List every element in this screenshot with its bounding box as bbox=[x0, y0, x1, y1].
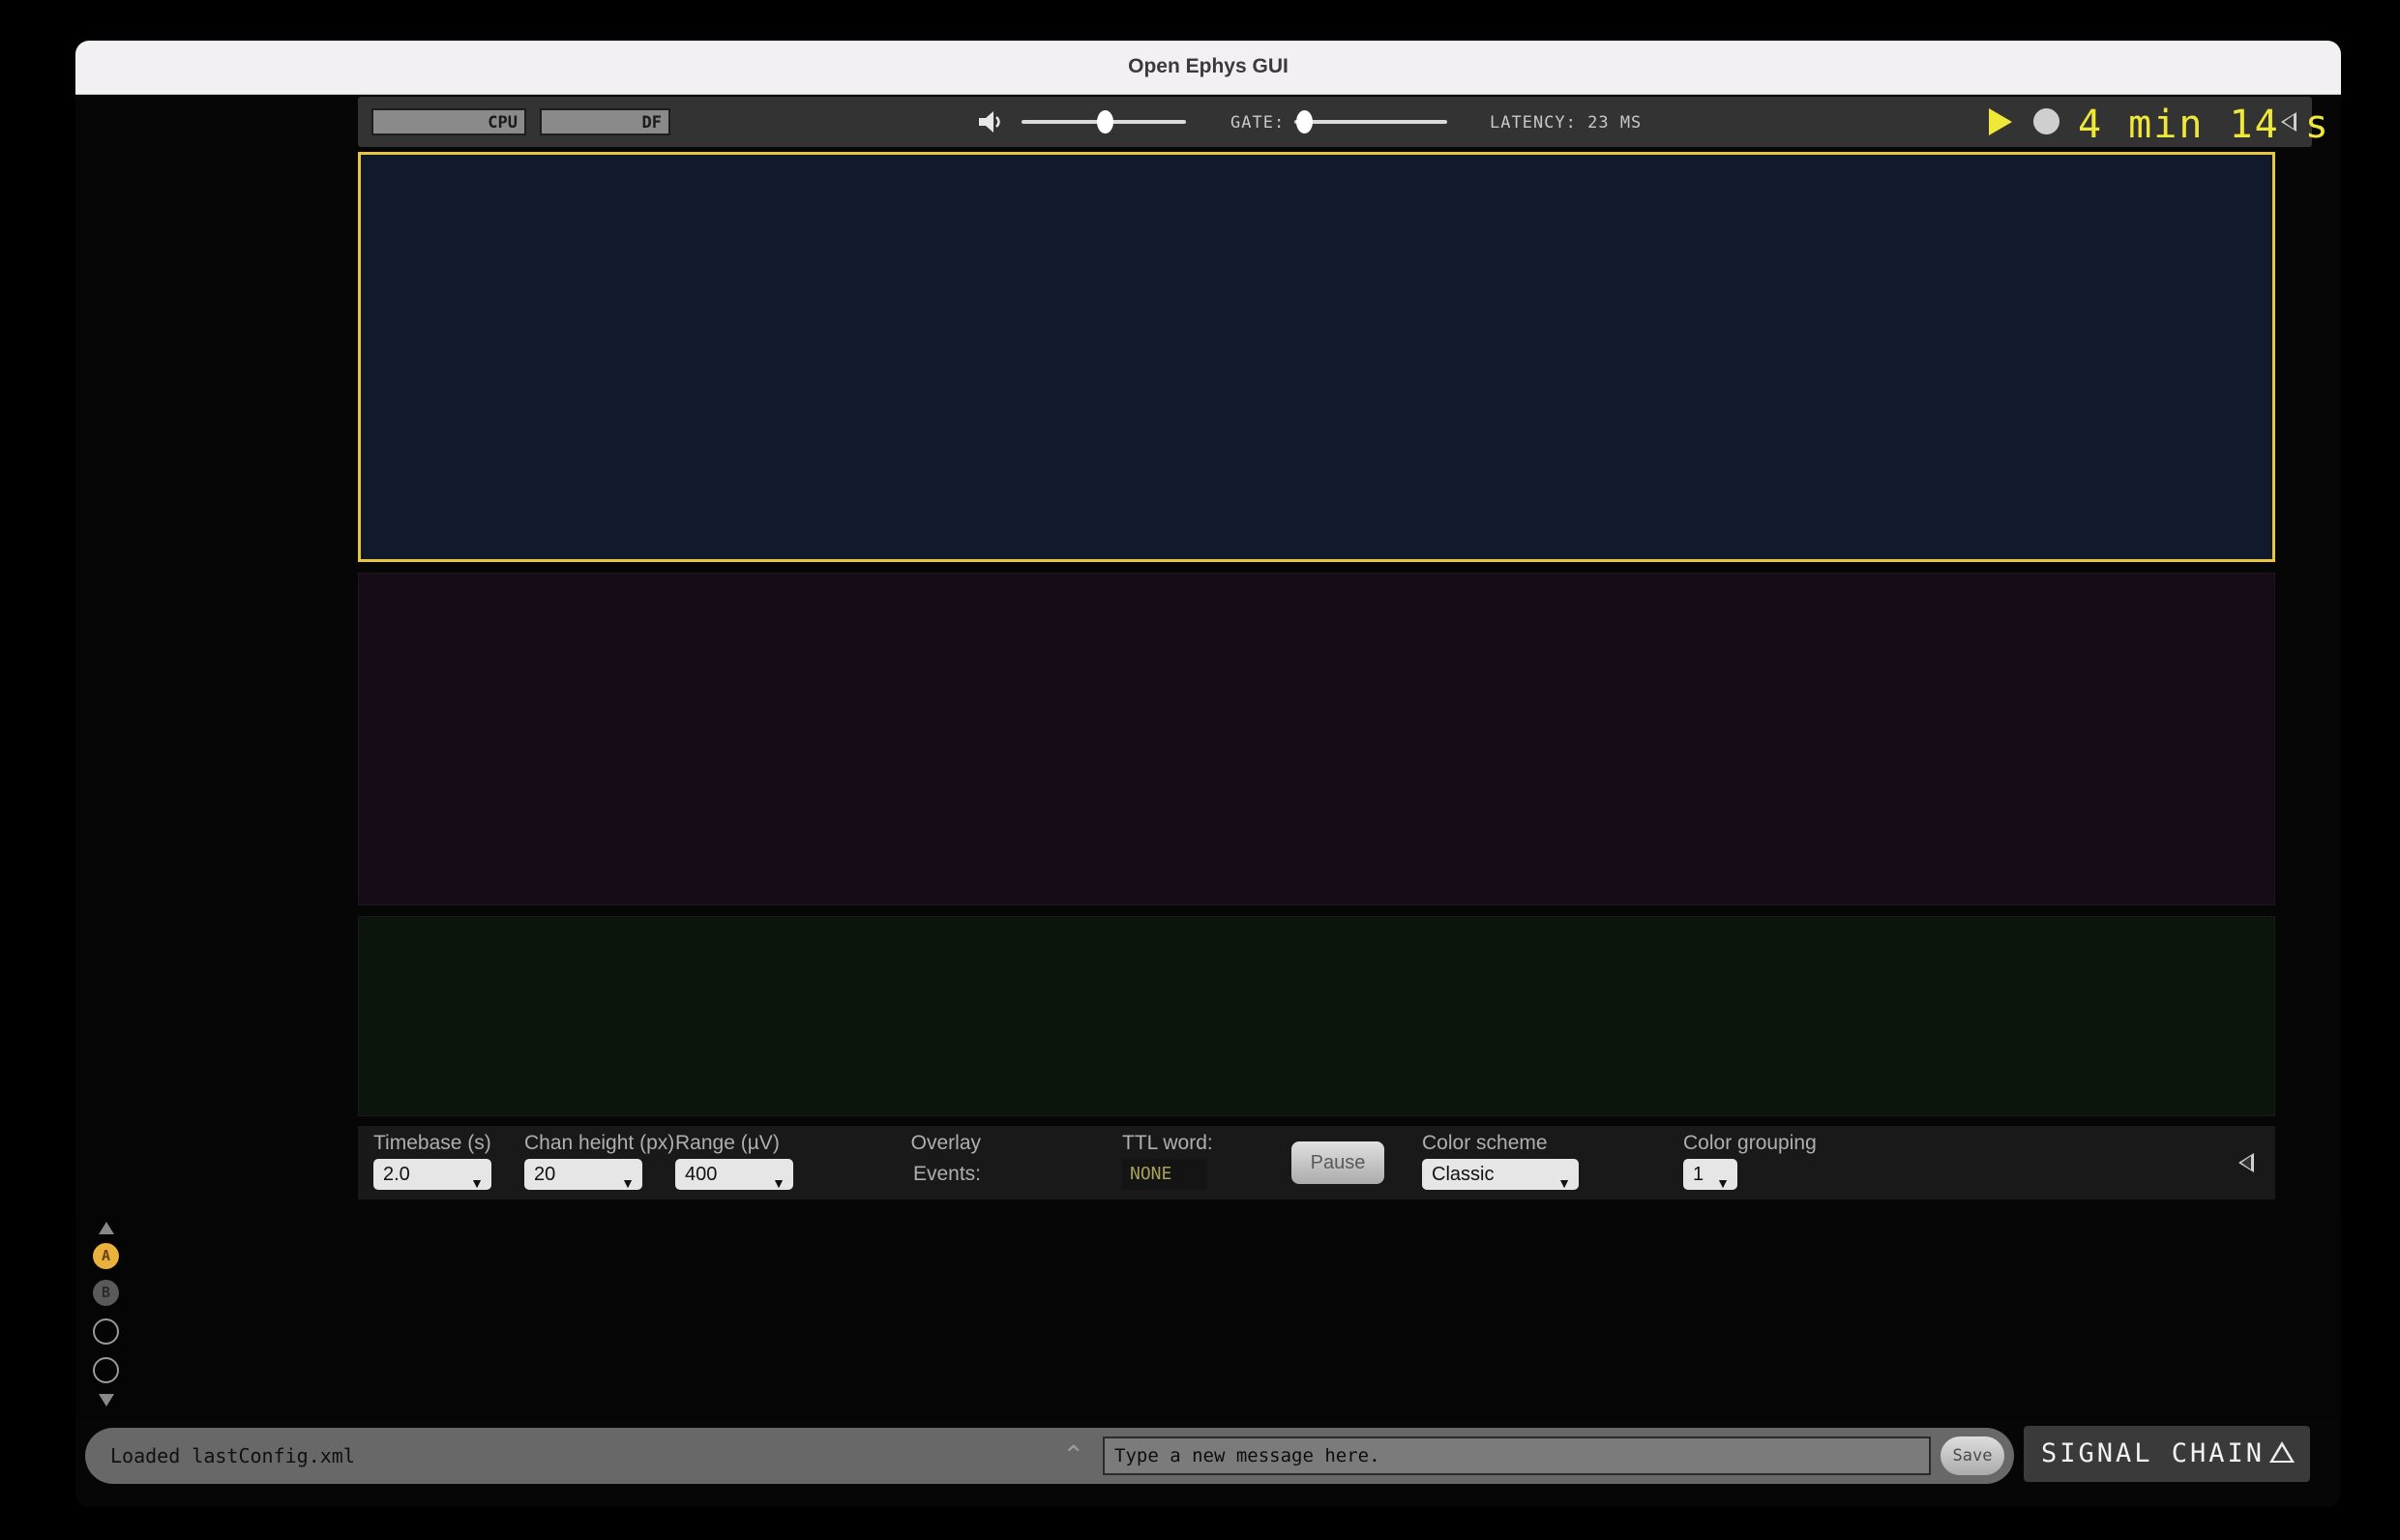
timebase-select[interactable]: 2.0 ▼ bbox=[373, 1159, 491, 1191]
disk-meter-label: DF bbox=[641, 113, 662, 133]
play-button[interactable] bbox=[1989, 108, 2012, 135]
speaker-icon bbox=[979, 111, 1000, 133]
cpu-meter: CPU bbox=[371, 108, 526, 135]
title-bar: Open Ephys GUI bbox=[75, 41, 2341, 95]
chan-height-label: Chan height (px) bbox=[524, 1132, 675, 1154]
chan-height-value: 20 bbox=[534, 1164, 556, 1185]
timebase-label: Timebase (s) bbox=[373, 1132, 491, 1154]
disk-meter: DF bbox=[540, 108, 670, 135]
chevron-up-icon[interactable]: ⌃ bbox=[1062, 1439, 1084, 1471]
io-selector-empty-2[interactable] bbox=[93, 1357, 119, 1383]
color-scheme-select[interactable]: Classic ▼ bbox=[1422, 1159, 1579, 1191]
lfp-display-panel-3-monitor bbox=[358, 916, 2275, 1116]
collapse-toolbar-icon[interactable] bbox=[2281, 112, 2296, 132]
range-select[interactable]: 400 ▼ bbox=[675, 1159, 793, 1191]
signal-chain-label: SIGNAL CHAIN bbox=[2041, 1438, 2266, 1468]
color-grouping-label: Color grouping bbox=[1683, 1132, 1817, 1154]
range-label: Range (µV) bbox=[675, 1132, 780, 1154]
latency-readout: LATENCY: 23 MS bbox=[1490, 113, 1643, 133]
status-bar: Loaded lastConfig.xml ⌃ Type a new messa… bbox=[75, 1426, 2341, 1488]
color-grouping-value: 1 bbox=[1693, 1164, 1704, 1185]
control-toolbar: CPU DF GATE: LATENCY: 23 MS 4 min 14 s bbox=[358, 97, 2328, 147]
lfp-display-panel-1 bbox=[358, 152, 2275, 562]
volume-slider-thumb[interactable] bbox=[1097, 110, 1113, 133]
overlay-label: Overlay bbox=[910, 1132, 981, 1154]
color-scheme-value: Classic bbox=[1432, 1164, 1495, 1185]
timebase-value: 2.0 bbox=[383, 1164, 410, 1185]
scroll-up-icon[interactable] bbox=[99, 1222, 114, 1234]
window-title: Open Ephys GUI bbox=[1128, 55, 1289, 77]
chan-height-select[interactable]: 20 ▼ bbox=[524, 1159, 642, 1191]
message-pill: Loaded lastConfig.xml ⌃ Type a new messa… bbox=[85, 1428, 2014, 1484]
io-selector-b[interactable]: B bbox=[93, 1280, 119, 1306]
gate-label: GATE: bbox=[1230, 113, 1286, 133]
lfp-options-bar: Timebase (s) 2.0 ▼ Chan height (px) 20 ▼ R… bbox=[358, 1126, 2275, 1199]
collapse-options-icon[interactable] bbox=[2238, 1153, 2254, 1172]
gate-slider-thumb[interactable] bbox=[1296, 110, 1313, 133]
signal-chain-toggle[interactable]: SIGNAL CHAIN bbox=[2024, 1426, 2310, 1482]
events-label: Events: bbox=[912, 1163, 981, 1185]
ttl-word-label: TTL word: bbox=[1122, 1132, 1213, 1154]
save-message-button[interactable]: Save bbox=[1941, 1436, 2004, 1475]
color-grouping-select[interactable]: 1 ▼ bbox=[1683, 1159, 1737, 1191]
app-window: Open Ephys GUI CPU DF GATE: LATENCY: 23 … bbox=[75, 41, 2341, 1507]
range-value: 400 bbox=[685, 1164, 718, 1185]
ttl-word-value: NONE bbox=[1122, 1159, 1207, 1190]
cpu-meter-label: CPU bbox=[488, 113, 518, 133]
signal-chain-editor: A B bbox=[75, 1216, 2341, 1419]
signal-chain-arrow-icon bbox=[2269, 1441, 2295, 1463]
pause-button[interactable]: Pause bbox=[1291, 1141, 1384, 1184]
record-button[interactable] bbox=[2033, 108, 2059, 134]
io-selector-empty-1[interactable] bbox=[93, 1318, 119, 1345]
lfp-display-panel-2-raster bbox=[358, 573, 2275, 905]
color-scheme-label: Color scheme bbox=[1422, 1132, 1548, 1154]
status-message: Loaded lastConfig.xml bbox=[110, 1444, 355, 1467]
gate-slider[interactable] bbox=[1294, 110, 1447, 133]
scroll-down-icon[interactable] bbox=[99, 1394, 114, 1407]
volume-slider[interactable] bbox=[1022, 110, 1186, 133]
io-selector-a[interactable]: A bbox=[93, 1243, 119, 1269]
broadcast-message-input[interactable]: Type a new message here. bbox=[1103, 1436, 1931, 1475]
